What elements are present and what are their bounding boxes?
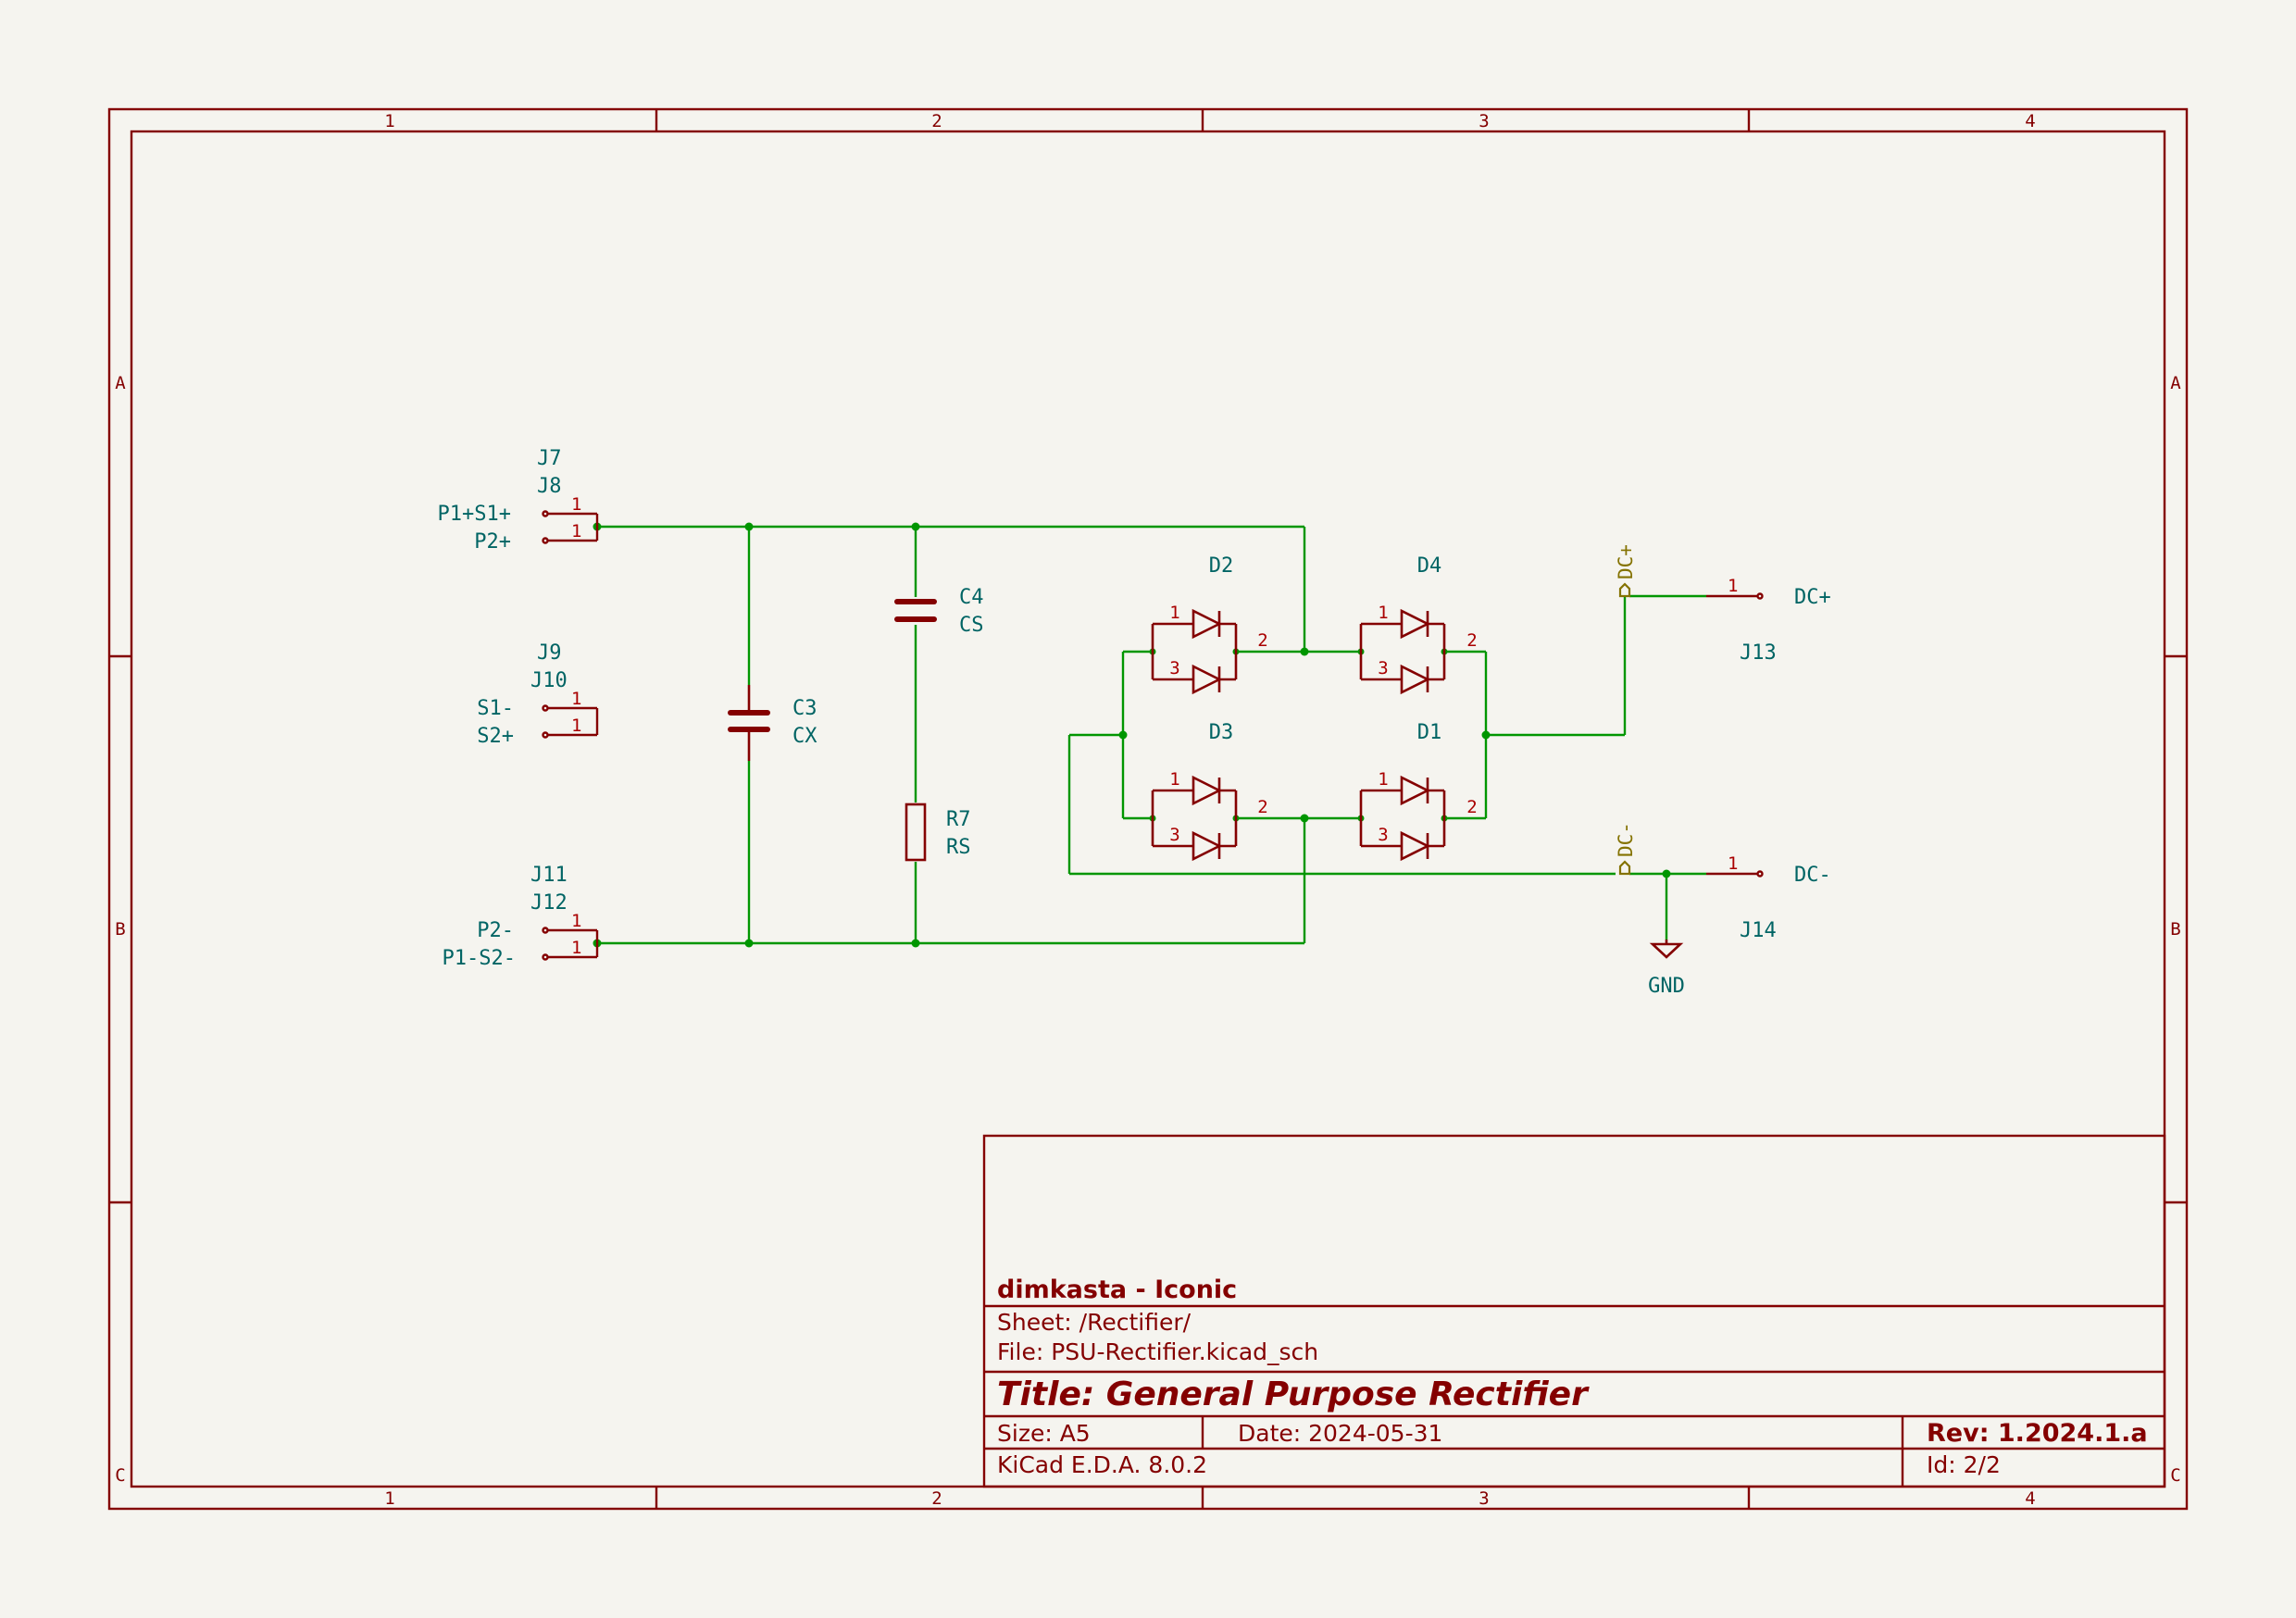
connector-j13-pin: 1: [1728, 576, 1738, 596]
capacitor-c4-value: CS: [959, 614, 984, 637]
connector-j7-pin: 1: [571, 494, 581, 515]
port-dc-plus-label: DC+: [1615, 544, 1637, 579]
connector-j7-j8[interactable]: J7 J8 P1+S1+ P2+ 1 1: [438, 447, 599, 554]
frame-row-c-left: C: [115, 1465, 125, 1486]
frame-row-a-left: A: [115, 373, 126, 393]
port-dc-minus[interactable]: DC-: [1615, 822, 1637, 876]
diode-d3-pin1: 1: [1169, 769, 1179, 790]
connector-j12-ref: J12: [530, 891, 568, 915]
capacitor-c3[interactable]: C3 CX: [728, 685, 817, 761]
diode-d3-pin2: 2: [1257, 797, 1267, 817]
diode-d2-pin2: 2: [1257, 630, 1267, 651]
diode-d3[interactable]: D3 1 3 2: [1151, 721, 1268, 862]
diode-d4-pin3: 3: [1378, 658, 1388, 678]
connector-j8-pin: 1: [571, 521, 581, 541]
diode-d1[interactable]: D1 1 3 2: [1359, 721, 1478, 862]
port-dc-minus-label: DC-: [1615, 822, 1637, 857]
wires: [597, 525, 1706, 945]
diode-d2-ref: D2: [1209, 554, 1234, 578]
connector-j11-label: P2-: [477, 919, 514, 942]
connector-j14-label: DC-: [1794, 864, 1831, 887]
connector-j11-ref: J11: [530, 864, 568, 887]
diode-d4-ref: D4: [1417, 554, 1442, 578]
connector-j11-j12[interactable]: J11 J12 P2- P1-S2- 1 1: [443, 864, 599, 970]
connector-j7-ref: J7: [537, 447, 562, 470]
connector-j10-ref: J10: [530, 669, 568, 692]
diode-d1-pin2: 2: [1466, 797, 1477, 817]
frame-col-2-top: 2: [931, 111, 942, 131]
connector-j12-label: P1-S2-: [443, 947, 516, 970]
connector-j7-label: P1+S1+: [438, 503, 511, 526]
resistor-r7-ref: R7: [946, 808, 971, 831]
connector-j14-pin: 1: [1728, 853, 1738, 874]
connector-j8-ref: J8: [537, 475, 562, 498]
title-block: dimkasta - Iconic Sheet: /Rectifier/ Fil…: [982, 1134, 2166, 1488]
diode-d4-pin1: 1: [1378, 603, 1388, 623]
frame-row-b-left: B: [115, 919, 125, 940]
connector-j9-pin: 1: [571, 689, 581, 709]
diode-d1-ref: D1: [1417, 721, 1442, 744]
capacitor-c4-ref: C4: [959, 586, 984, 609]
title-block-tool: KiCad E.D.A. 8.0.2: [997, 1451, 1207, 1478]
resistor-r7[interactable]: R7 RS: [905, 803, 971, 862]
frame-col-1-bottom: 1: [384, 1488, 394, 1509]
diode-d4-pin2: 2: [1466, 630, 1477, 651]
title-block-file: File: PSU-Rectifier.kicad_sch: [997, 1338, 1318, 1365]
diode-d1-pin3: 3: [1378, 825, 1388, 845]
frame-col-3-top: 3: [1479, 111, 1489, 131]
title-block-sheet: Sheet: /Rectifier/: [997, 1309, 1192, 1336]
resistor-r7-value: RS: [946, 836, 971, 859]
connector-j10-label: S2+: [477, 725, 514, 748]
port-dc-plus[interactable]: DC+: [1615, 544, 1637, 598]
title-block-company: dimkasta - Iconic: [997, 1276, 1237, 1304]
frame-col-2-bottom: 2: [931, 1488, 942, 1509]
frame-col-1-top: 1: [384, 111, 394, 131]
connector-j14-ref: J14: [1740, 919, 1777, 942]
diode-d2[interactable]: D2 1 3 2: [1151, 554, 1268, 695]
connector-j13[interactable]: 1 DC+ J13: [1706, 576, 1831, 665]
connector-j9-j10[interactable]: J9 J10 S1- S2+ 1 1: [477, 641, 599, 748]
diode-d3-pin3: 3: [1169, 825, 1179, 845]
connector-j13-ref: J13: [1740, 641, 1777, 665]
connector-j9-ref: J9: [537, 641, 562, 665]
diode-d1-pin1: 1: [1378, 769, 1388, 790]
title-block-id: Id: 2/2: [1927, 1451, 2001, 1478]
title-block-title: Title: General Purpose Rectifier: [997, 1375, 1590, 1413]
connector-j10-pin: 1: [571, 716, 581, 736]
title-block-date: Date: 2024-05-31: [1238, 1420, 1442, 1447]
frame-col-4-bottom: 4: [2025, 1488, 2035, 1509]
diode-d2-pin1: 1: [1169, 603, 1179, 623]
capacitor-c4[interactable]: C4 CS: [894, 586, 984, 637]
capacitor-c3-value: CX: [792, 725, 817, 748]
connector-j8-label: P2+: [474, 530, 511, 554]
frame-col-3-bottom: 3: [1479, 1488, 1489, 1509]
title-block-rev: Rev: 1.2024.1.a: [1927, 1419, 2148, 1448]
ground-label: GND: [1648, 975, 1685, 998]
diode-d3-ref: D3: [1209, 721, 1234, 744]
connector-j14[interactable]: 1 DC- J14: [1706, 853, 1831, 942]
frame-col-4-top: 4: [2025, 111, 2035, 131]
schematic-sheet: 1 2 3 4 1 2 3 4 A B C A B C dimkasta - I…: [107, 107, 2189, 1511]
frame-row-a-right: A: [2170, 373, 2181, 393]
title-block-size: Size: A5: [997, 1420, 1091, 1447]
diode-d4[interactable]: D4 1 3 2: [1359, 554, 1478, 695]
connector-j9-label: S1-: [477, 697, 514, 720]
capacitor-c3-ref: C3: [792, 697, 817, 720]
frame-row-b-right: B: [2170, 919, 2180, 940]
connector-j12-pin: 1: [571, 938, 581, 958]
ground-symbol[interactable]: GND: [1648, 940, 1685, 998]
connector-j13-label: DC+: [1794, 586, 1831, 609]
connector-j11-pin: 1: [571, 911, 581, 931]
diode-d2-pin3: 3: [1169, 658, 1179, 678]
frame-row-c-right: C: [2170, 1465, 2180, 1486]
